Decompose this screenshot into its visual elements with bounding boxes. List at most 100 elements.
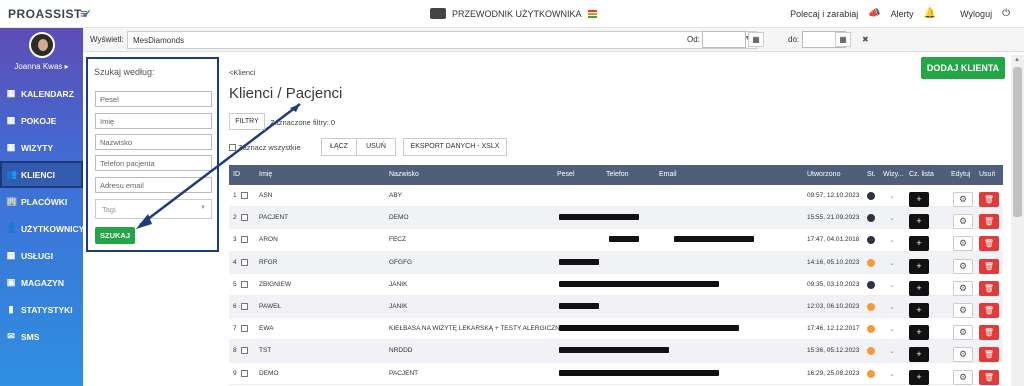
table-row[interactable]: 2 PACJENT DEMO 15:55, 21.09.2023 ⌄ + ⚙ 🗑 [229,207,1003,230]
trash-icon[interactable]: 🗑 [979,325,999,341]
col-created[interactable]: Utworzono [807,171,840,178]
search-button[interactable]: SZUKAJ [95,227,135,244]
trash-icon[interactable]: 🗑 [979,258,999,274]
table-row[interactable]: 4 RFGR GFGFG 14:16, 05.10.2023 ⌄ + ⚙ 🗑 [229,251,1003,274]
megaphone-icon[interactable]: 📣 [868,8,880,19]
row-checkbox[interactable] [241,258,248,266]
chevron-down-icon[interactable]: ⌄ [889,192,895,200]
col-status[interactable]: St. [867,171,876,178]
logout-icon[interactable]: ⏻ [1002,8,1010,19]
table-row[interactable]: 3 ARON FECZ 17:47, 04.01.2018 ⌄ + ⚙ 🗑 [229,229,1003,252]
col-edit[interactable]: Edytuj [951,171,970,178]
table-row[interactable]: 5 ZBIGNIEW JANIK 09:35, 03.10.2023 ⌄ + ⚙ 🗑 [229,274,1003,296]
logout-link[interactable]: Wyloguj [960,9,992,19]
trash-icon[interactable]: 🗑 [979,214,999,230]
add-to-waitlist-button[interactable]: + [909,214,929,230]
sidebar-item-kalendarz[interactable]: ▦ KALENDARZ [0,80,83,107]
sidebar-item-usługi[interactable]: ▦ USŁUGI [0,242,83,269]
clear-dates-icon[interactable]: ✖ [862,35,869,44]
col-email[interactable]: Email [659,171,677,178]
col-phone[interactable]: Telefon [606,171,629,178]
col-visits[interactable]: Wizy... [883,171,903,178]
add-to-waitlist-button[interactable]: + [909,369,929,385]
avatar[interactable] [28,32,55,58]
last-name-input[interactable]: Nazwisko [95,134,212,150]
add-to-waitlist-button[interactable]: + [909,280,929,296]
date-from-input[interactable] [702,31,746,48]
scrollbar-thumb[interactable] [1013,67,1022,217]
pesel-input[interactable]: Pesel [95,91,212,107]
first-name-input[interactable]: Imię [95,113,212,129]
alerts-link[interactable]: Alerty [891,9,914,19]
add-to-waitlist-button[interactable]: + [909,192,929,207]
gear-icon[interactable]: ⚙ [953,258,973,274]
chevron-down-icon[interactable]: ⌄ [889,347,895,355]
row-checkbox[interactable] [241,369,248,377]
row-checkbox[interactable] [241,192,248,199]
row-checkbox[interactable] [241,214,248,222]
refer-link[interactable]: Polecaj i zarabiaj [790,9,858,19]
trash-icon[interactable]: 🗑 [979,369,999,385]
table-row[interactable]: 6 PAWEŁ JANIK 12:03, 06.10.2023 ⌄ + ⚙ 🗑 [229,295,1003,319]
filters-button[interactable]: FILTRY [229,113,265,130]
breadcrumb[interactable]: <Klienci [229,68,255,77]
merge-button[interactable]: ŁĄCZ [321,138,357,156]
sidebar-item-klienci[interactable]: 👥 KLIENCI [0,161,83,188]
sidebar-item-użytkownicy[interactable]: 👤 UŻYTKOWNICY [0,215,84,242]
chevron-down-icon[interactable]: ⌄ [889,370,895,378]
gear-icon[interactable]: ⚙ [953,347,973,363]
add-client-button[interactable]: DODAJ KLIENTA [921,57,1005,79]
trash-icon[interactable]: 🗑 [979,236,999,252]
sidebar-item-statystyki[interactable]: ▮ STATYSTYKI [0,296,83,323]
table-row[interactable]: 8 TST NRDDD 15:36, 05.12.2023 ⌄ + ⚙ 🗑 [229,340,1003,363]
menu-toggle-icon[interactable]: ≡ [80,6,88,21]
table-row[interactable]: 9 DEMO PACJENT 16:29, 25.08.2023 ⌄ + ⚙ 🗑 [229,363,1003,385]
select-all[interactable]: Zaznacz wszystkie [229,143,301,152]
table-row[interactable]: 1 ASN ABY 09:57, 12.10.2023 ⌄ + ⚙ 🗑 [229,185,1003,208]
trash-icon[interactable]: 🗑 [979,347,999,363]
row-checkbox[interactable] [241,280,248,288]
table-row[interactable]: 7 EWA KIEŁBASA NA WIZYTĘ LEKARSKĄ + TESTY … [229,318,1003,341]
scroll-up-icon[interactable]: ▲ [1014,57,1020,63]
col-pesel[interactable]: Pesel [557,171,575,178]
col-waitlist[interactable]: Cz. lista [909,171,934,178]
gear-icon[interactable]: ⚙ [953,325,973,341]
user-guide-link[interactable]: PRZEWODNIK UŻYTKOWNIKA [430,8,597,19]
trash-icon[interactable]: 🗑 [979,302,999,318]
tags-select[interactable]: Tagi ▼ [95,199,212,219]
sidebar-item-sms[interactable]: ✉ SMS [0,323,83,350]
trash-icon[interactable]: 🗑 [979,192,999,207]
chevron-down-icon[interactable]: ⌄ [889,214,895,222]
gear-icon[interactable]: ⚙ [953,302,973,318]
chevron-down-icon[interactable]: ⌄ [889,325,895,333]
gear-icon[interactable]: ⚙ [953,192,973,207]
user-name[interactable]: Joanna Kwas ▸ [0,62,83,71]
add-to-waitlist-button[interactable]: + [909,347,929,363]
chevron-down-icon[interactable]: ⌄ [889,259,895,267]
email-input[interactable]: Adresu email [95,177,212,193]
delete-button[interactable]: USUŃ [356,138,396,156]
trash-icon[interactable]: 🗑 [979,280,999,296]
row-checkbox[interactable] [241,347,248,355]
chevron-down-icon[interactable]: ⌄ [889,281,895,289]
sidebar-item-wizyty[interactable]: ▦ WIZYTY [0,134,83,161]
row-checkbox[interactable] [241,236,248,244]
phone-input[interactable]: Telefon pacjenta [95,155,212,171]
col-last-name[interactable]: Nazwisko [389,171,419,178]
export-button[interactable]: EKSPORT DANYCH - XSLX [403,138,507,156]
checkbox[interactable] [229,144,236,151]
add-to-waitlist-button[interactable]: + [909,302,929,318]
calendar-icon[interactable]: ▦ [835,32,851,47]
gear-icon[interactable]: ⚙ [953,369,973,385]
add-to-waitlist-button[interactable]: + [909,236,929,252]
row-checkbox[interactable] [241,302,248,310]
gear-icon[interactable]: ⚙ [953,214,973,230]
sidebar-item-placówki[interactable]: 🏢 PLACÓWKI [0,188,83,215]
calendar-icon[interactable]: ▦ [748,32,764,47]
scrollbar[interactable]: ▲ [1011,55,1024,386]
sidebar-item-magazyn[interactable]: ▣ MAGAZYN [0,269,83,296]
bell-icon[interactable]: 🔔 [924,8,936,19]
chevron-down-icon[interactable]: ⌄ [889,236,895,244]
row-checkbox[interactable] [241,325,248,333]
col-delete[interactable]: Usuń [979,171,995,178]
